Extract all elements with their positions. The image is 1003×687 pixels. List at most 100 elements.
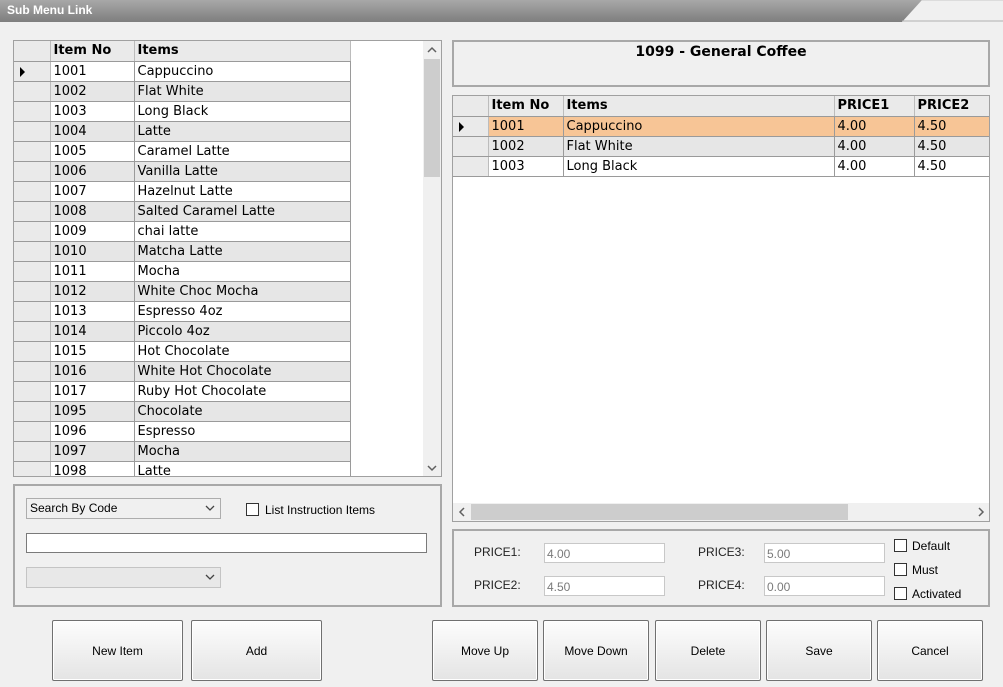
linked-scroll-thumb[interactable] xyxy=(471,504,848,520)
price1-cell[interactable]: 4.00 xyxy=(834,156,915,177)
save-button[interactable]: Save xyxy=(766,620,872,681)
item-name-cell[interactable]: Cappuccino xyxy=(563,116,835,137)
table-row[interactable]: 1011 Mocha xyxy=(14,261,351,282)
cancel-button[interactable]: Cancel xyxy=(877,620,983,681)
row-header[interactable] xyxy=(14,321,51,342)
scroll-down-icon[interactable] xyxy=(423,459,440,476)
delete-button[interactable]: Delete xyxy=(655,620,761,681)
item-name-cell[interactable]: Latte xyxy=(134,461,351,476)
item-no-cell[interactable]: 1015 xyxy=(50,341,135,362)
row-header[interactable] xyxy=(14,461,51,476)
item-name-cell[interactable]: Long Black xyxy=(134,101,351,122)
item-no-cell[interactable]: 1010 xyxy=(50,241,135,262)
table-row[interactable]: 1015 Hot Chocolate xyxy=(14,341,351,362)
add-button[interactable]: Add xyxy=(191,620,322,681)
item-name-cell[interactable]: Hazelnut Latte xyxy=(134,181,351,202)
item-no-cell[interactable]: 1095 xyxy=(50,401,135,422)
item-name-cell[interactable]: Espresso 4oz xyxy=(134,301,351,322)
item-no-cell[interactable]: 1098 xyxy=(50,461,135,476)
table-row[interactable]: 1007 Hazelnut Latte xyxy=(14,181,351,202)
row-header[interactable] xyxy=(14,81,51,102)
item-no-cell[interactable]: 1011 xyxy=(50,261,135,282)
item-no-cell[interactable]: 1004 xyxy=(50,121,135,142)
item-name-cell[interactable]: Piccolo 4oz xyxy=(134,321,351,342)
item-name-cell[interactable]: White Hot Chocolate xyxy=(134,361,351,382)
row-header[interactable] xyxy=(14,401,51,422)
table-row[interactable]: 1096 Espresso xyxy=(14,421,351,442)
items-vscrollbar[interactable] xyxy=(423,41,441,476)
price1-field[interactable]: 4.00 xyxy=(544,543,665,563)
row-header[interactable] xyxy=(14,341,51,362)
table-row[interactable]: 1016 White Hot Chocolate xyxy=(14,361,351,382)
item-name-cell[interactable]: Chocolate xyxy=(134,401,351,422)
item-no-cell[interactable]: 1016 xyxy=(50,361,135,382)
row-header[interactable] xyxy=(14,241,51,262)
item-name-cell[interactable]: Flat White xyxy=(134,81,351,102)
col-header-item-no[interactable]: Item No xyxy=(488,96,564,117)
table-row[interactable]: 1012 White Choc Mocha xyxy=(14,281,351,302)
row-header[interactable] xyxy=(14,121,51,142)
col-header-items[interactable]: Items xyxy=(563,96,835,117)
row-header[interactable] xyxy=(453,136,489,157)
table-row[interactable]: 1004 Latte xyxy=(14,121,351,142)
item-name-cell[interactable]: Mocha xyxy=(134,441,351,462)
item-name-cell[interactable]: Long Black xyxy=(563,156,835,177)
move-up-button[interactable]: Move Up xyxy=(432,620,538,681)
secondary-select[interactable] xyxy=(26,567,221,588)
table-row[interactable]: 1003 Long Black xyxy=(14,101,351,122)
search-mode-select[interactable]: Search By Code xyxy=(26,498,221,519)
price3-field[interactable]: 5.00 xyxy=(764,543,885,563)
row-header[interactable] xyxy=(14,301,51,322)
table-row[interactable]: 1017 Ruby Hot Chocolate xyxy=(14,381,351,402)
item-no-cell[interactable]: 1017 xyxy=(50,381,135,402)
scroll-right-icon[interactable] xyxy=(972,503,989,520)
row-header[interactable] xyxy=(14,441,51,462)
table-row[interactable]: 1097 Mocha xyxy=(14,441,351,462)
row-header[interactable] xyxy=(14,281,51,302)
row-header[interactable] xyxy=(453,116,489,137)
scroll-up-icon[interactable] xyxy=(423,41,440,58)
item-no-cell[interactable]: 1002 xyxy=(488,136,564,157)
linked-hscrollbar[interactable] xyxy=(453,503,989,521)
item-name-cell[interactable]: Salted Caramel Latte xyxy=(134,201,351,222)
price2-cell[interactable]: 4.50 xyxy=(914,116,989,137)
table-row[interactable]: 1095 Chocolate xyxy=(14,401,351,422)
items-scroll-thumb[interactable] xyxy=(424,59,440,177)
item-no-cell[interactable]: 1006 xyxy=(50,161,135,182)
item-no-cell[interactable]: 1096 xyxy=(50,421,135,442)
scroll-left-icon[interactable] xyxy=(453,503,470,520)
item-no-cell[interactable]: 1009 xyxy=(50,221,135,242)
search-input[interactable] xyxy=(26,533,427,553)
item-no-cell[interactable]: 1014 xyxy=(50,321,135,342)
item-name-cell[interactable]: Ruby Hot Chocolate xyxy=(134,381,351,402)
item-no-cell[interactable]: 1001 xyxy=(50,61,135,82)
item-no-cell[interactable]: 1005 xyxy=(50,141,135,162)
item-name-cell[interactable]: Mocha xyxy=(134,261,351,282)
item-name-cell[interactable]: Latte xyxy=(134,121,351,142)
price2-field[interactable]: 4.50 xyxy=(544,576,665,596)
item-no-cell[interactable]: 1012 xyxy=(50,281,135,302)
list-instruction-checkbox[interactable] xyxy=(246,503,259,516)
row-header[interactable] xyxy=(14,381,51,402)
price2-cell[interactable]: 4.50 xyxy=(914,156,989,177)
row-header[interactable] xyxy=(14,221,51,242)
item-name-cell[interactable]: Vanilla Latte xyxy=(134,161,351,182)
new-item-button[interactable]: New Item xyxy=(52,620,183,681)
col-header-price2[interactable]: PRICE2 xyxy=(914,96,989,117)
row-header[interactable] xyxy=(14,161,51,182)
row-header[interactable] xyxy=(14,101,51,122)
item-no-cell[interactable]: 1097 xyxy=(50,441,135,462)
price4-field[interactable]: 0.00 xyxy=(764,576,885,596)
table-row[interactable]: 1001 Cappuccino 4.00 4.50 xyxy=(453,116,989,137)
table-row[interactable]: 1003 Long Black 4.00 4.50 xyxy=(453,156,989,177)
activated-checkbox[interactable] xyxy=(894,587,907,600)
row-header[interactable] xyxy=(14,181,51,202)
row-header[interactable] xyxy=(14,61,51,82)
move-down-button[interactable]: Move Down xyxy=(543,620,649,681)
row-header[interactable] xyxy=(14,201,51,222)
col-header-items[interactable]: Items xyxy=(134,41,351,62)
col-header-item-no[interactable]: Item No xyxy=(50,41,135,62)
row-header[interactable] xyxy=(14,361,51,382)
item-name-cell[interactable]: chai latte xyxy=(134,221,351,242)
item-name-cell[interactable]: Matcha Latte xyxy=(134,241,351,262)
